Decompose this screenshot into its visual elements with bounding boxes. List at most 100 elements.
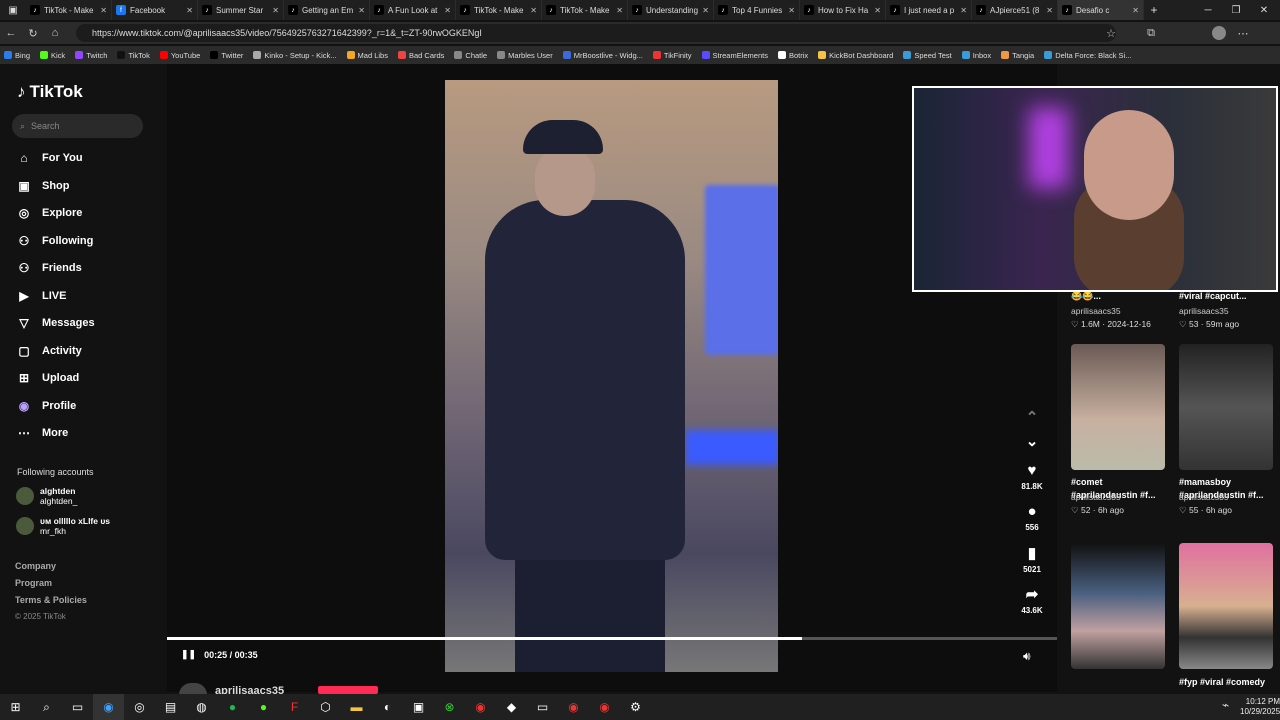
bookmark-item[interactable]: Inbox [961, 51, 991, 60]
profile-avatar[interactable] [1212, 26, 1226, 40]
nav-item-friends[interactable]: ⚇ Friends [16, 261, 82, 275]
video-thumbnail[interactable] [1179, 543, 1273, 669]
bookmark-item[interactable]: Marbles User [497, 51, 553, 60]
settings-icon[interactable]: ⚙ [620, 694, 651, 720]
maximize-icon[interactable]: ❐ [1222, 0, 1250, 20]
browser-tab[interactable]: ♪ TikTok - Make ✕ [26, 0, 112, 20]
card-username[interactable]: aprilisaacs35 [1071, 306, 1121, 316]
bookmark-item[interactable]: Mad Libs [346, 51, 388, 60]
like-button[interactable]: ♥ 81.8K [1018, 462, 1046, 491]
start-icon[interactable]: ⊞ [0, 694, 31, 720]
bookmark-item[interactable]: Twitch [75, 51, 107, 60]
video-thumbnail[interactable] [1071, 344, 1165, 470]
favorite-icon[interactable]: ☆ [1100, 27, 1122, 40]
app-icon[interactable]: ◍ [186, 694, 217, 720]
bookmark-item[interactable]: Delta Force: Black Si... [1044, 51, 1131, 60]
browser-tab[interactable]: ♪ How to Fix Ha ✕ [800, 0, 886, 20]
extensions-icon[interactable]: ⧉ [1140, 27, 1162, 40]
tray-icon[interactable]: ⌁ [1222, 698, 1229, 712]
search-taskbar-icon[interactable]: ⌕ [31, 694, 62, 720]
edge-icon[interactable]: ◉ [93, 694, 124, 720]
scroll-down-icon[interactable]: ⌄ [1018, 432, 1046, 453]
bookmark-item[interactable]: Kick [40, 51, 65, 60]
nav-item-profile[interactable]: ◉ Profile [16, 399, 76, 413]
close-window-icon[interactable]: ✕ [1250, 0, 1278, 20]
card-username[interactable]: aprilisaacs35 [1179, 306, 1229, 316]
nav-item-shop[interactable]: ▣ Shop [16, 179, 69, 193]
card-caption[interactable]: #fyp #viral #comedy [1179, 676, 1275, 689]
bookmark-item[interactable]: YouTube [159, 51, 200, 60]
tiktok-logo[interactable]: ♪ TikTok [17, 82, 83, 102]
tab-close-icon[interactable]: ✕ [788, 6, 795, 15]
app-icon[interactable]: ▭ [527, 694, 558, 720]
file-explorer-icon[interactable]: ▬ [341, 694, 372, 720]
tab-close-icon[interactable]: ✕ [702, 6, 709, 15]
card-username[interactable]: aprilisaacs35 [1071, 492, 1121, 502]
url-field[interactable]: https://www.tiktok.com/@aprilisaacs35/vi… [76, 24, 1116, 42]
card-username[interactable]: aprilisaacs35 [1179, 492, 1229, 502]
bookmark-item[interactable]: Bing [4, 51, 30, 60]
bookmark-item[interactable]: TikTok [117, 51, 150, 60]
app-icon[interactable]: ◉ [558, 694, 589, 720]
kick-icon[interactable]: ● [248, 694, 279, 720]
pause-icon[interactable]: ❚❚ [181, 649, 196, 660]
bookmark-item[interactable]: Tangia [1001, 51, 1034, 60]
browser-tab[interactable]: ♪ Getting an Em ✕ [284, 0, 370, 20]
tab-actions-icon[interactable]: ▣ [0, 0, 26, 20]
home-browser-icon[interactable]: ⌂ [44, 27, 66, 39]
tab-close-icon[interactable]: ✕ [1046, 6, 1053, 15]
share-button[interactable]: ➦ 43.6K [1018, 585, 1046, 615]
footer-link[interactable]: Company [15, 561, 56, 571]
app-icon[interactable]: ◎ [124, 694, 155, 720]
bookmark-item[interactable]: Chatle [454, 51, 487, 60]
app-icon[interactable]: ◉ [465, 694, 496, 720]
tab-close-icon[interactable]: ✕ [358, 6, 365, 15]
browser-tab[interactable]: ♪ Top 4 Funnies ✕ [714, 0, 800, 20]
tab-close-icon[interactable]: ✕ [874, 6, 881, 15]
video-thumbnail[interactable] [1179, 344, 1273, 470]
browser-tab[interactable]: ♪ TikTok - Make ✕ [456, 0, 542, 20]
video-frame[interactable] [445, 80, 778, 672]
nav-item-live[interactable]: ▶ LIVE [16, 289, 66, 303]
bookmark-item[interactable]: Kinko - Setup - Kick... [253, 51, 337, 60]
tab-close-icon[interactable]: ✕ [530, 6, 537, 15]
footer-link[interactable]: Terms & Policies [15, 595, 87, 605]
browser-tab[interactable]: ♪ TikTok - Make ✕ [542, 0, 628, 20]
nav-item-for-you[interactable]: ⌂ For You [16, 151, 82, 165]
tab-close-icon[interactable]: ✕ [1132, 6, 1139, 15]
volume-icon[interactable]: 🔊︎ [1023, 649, 1031, 664]
app-icon[interactable]: ▣ [403, 694, 434, 720]
browser-tab[interactable]: ♪ Desafio c ✕ [1058, 0, 1144, 20]
minimize-icon[interactable]: ─ [1194, 0, 1222, 20]
browser-tab[interactable]: ♪ Understanding ✕ [628, 0, 714, 20]
task-view-icon[interactable]: ▭ [62, 694, 93, 720]
tab-close-icon[interactable]: ✕ [100, 6, 107, 15]
nav-item-following[interactable]: ⚇ Following [16, 234, 94, 248]
save-button[interactable]: ▮ 5021 [1018, 544, 1046, 574]
footer-link[interactable]: Program [15, 578, 52, 588]
video-progress-bar[interactable] [167, 637, 1057, 640]
tab-close-icon[interactable]: ✕ [616, 6, 623, 15]
back-icon[interactable]: ← [0, 27, 22, 39]
menu-icon[interactable]: ⋯ [1232, 27, 1254, 40]
tab-close-icon[interactable]: ✕ [186, 6, 193, 15]
nav-item-activity[interactable]: ▢ Activity [16, 344, 81, 358]
browser-tab[interactable]: ♪ I just need a p ✕ [886, 0, 972, 20]
browser-tab[interactable]: ♪ Summer Star ✕ [198, 0, 284, 20]
bookmark-item[interactable]: Bad Cards [397, 51, 444, 60]
browser-tab[interactable]: ♪ A Fun Look at ✕ [370, 0, 456, 20]
tab-close-icon[interactable]: ✕ [444, 6, 451, 15]
bookmark-item[interactable]: TikFinity [652, 51, 692, 60]
new-tab-button[interactable]: + [1144, 3, 1164, 17]
following-account[interactable]: alghtden alghtden_ [16, 486, 77, 506]
search-input[interactable]: ⌕ Search [12, 114, 143, 138]
browser-tab[interactable]: ♪ AJpierce51 (8 ✕ [972, 0, 1058, 20]
app-icon[interactable]: ◐ [372, 694, 403, 720]
tab-close-icon[interactable]: ✕ [960, 6, 967, 15]
xbox-icon[interactable]: ⊗ [434, 694, 465, 720]
follow-button[interactable] [318, 686, 378, 694]
bookmark-item[interactable]: Twitter [210, 51, 243, 60]
browser-tab[interactable]: f Facebook ✕ [112, 0, 198, 20]
app-icon[interactable]: ⬡ [310, 694, 341, 720]
following-account[interactable]: ᴜᴍ olllllo xLlfe ᴜs mr_fkh [16, 516, 110, 536]
